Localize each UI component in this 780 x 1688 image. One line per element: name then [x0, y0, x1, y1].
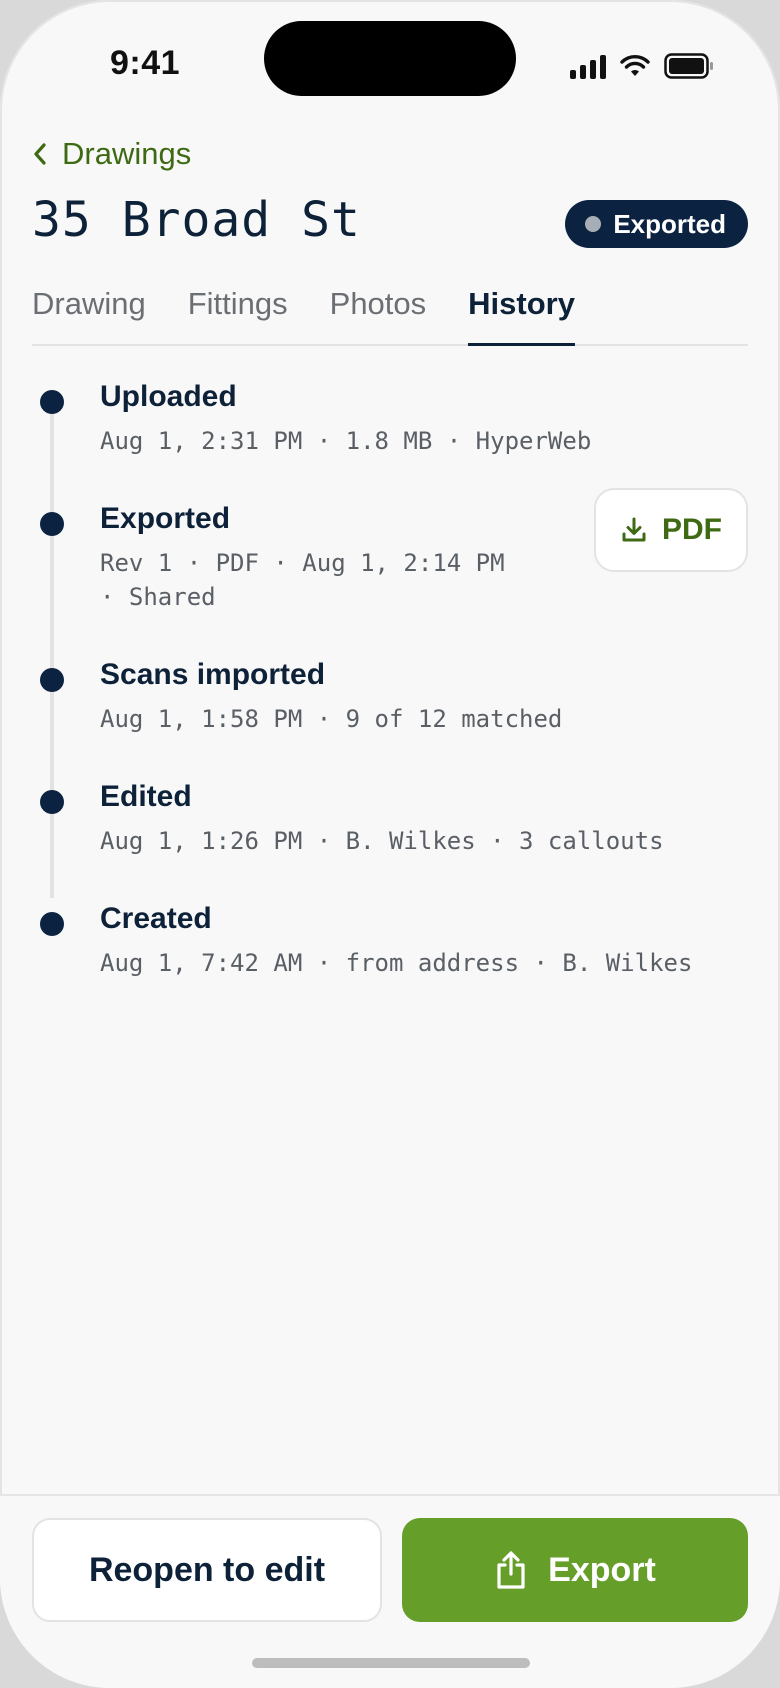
history-item-meta: Aug 1, 7:42 AM · from address · B. Wilke… [100, 949, 693, 977]
history-item-title: Scans imported [100, 658, 326, 691]
cellular-signal-icon [570, 53, 606, 79]
status-badge-label: Exported [613, 208, 726, 239]
timeline-dot [40, 790, 64, 814]
history-item-meta: Aug 1, 2:31 PM · 1.8 MB · HyperWeb [100, 427, 592, 455]
history-item-title: Edited [100, 780, 192, 813]
dynamic-island [264, 21, 516, 96]
timeline-connector [50, 398, 54, 898]
wifi-icon [620, 54, 650, 78]
home-indicator[interactable] [252, 1658, 530, 1668]
download-pdf-button[interactable]: PDF [594, 488, 748, 572]
status-icons [570, 50, 714, 82]
battery-icon [664, 53, 714, 79]
timeline-dot [40, 512, 64, 536]
export-label: Export [548, 1550, 656, 1589]
status-time: 9:41 [110, 44, 181, 82]
tab-bar: Drawing Fittings Photos History [32, 282, 748, 346]
history-item-meta: Rev 1 · PDF · Aug 1, 2:14 PM · Shared [100, 549, 505, 611]
tab-photos[interactable]: Photos [330, 282, 427, 344]
reopen-to-edit-button[interactable]: Reopen to edit [32, 1518, 382, 1622]
export-button[interactable]: Export [402, 1518, 748, 1622]
download-pdf-label: PDF [662, 513, 722, 546]
back-label: Drawings [62, 136, 192, 171]
phone-screen: 9:41 Drawings 35 Broad St Exported Drawi… [0, 0, 780, 1688]
tab-fittings[interactable]: Fittings [188, 282, 288, 344]
tab-history[interactable]: History [468, 282, 575, 346]
history-item-title: Uploaded [100, 380, 237, 413]
status-dot-icon [585, 216, 602, 232]
timeline-dot [40, 390, 64, 414]
tab-drawing[interactable]: Drawing [32, 282, 146, 344]
download-icon [622, 517, 646, 542]
chevron-left-icon [34, 143, 46, 165]
history-item-meta: Aug 1, 1:58 PM · 9 of 12 matched [100, 705, 563, 733]
history-item-title: Created [100, 902, 212, 935]
status-badge: Exported [565, 200, 748, 248]
share-icon [497, 1551, 525, 1589]
back-to-drawings-link[interactable]: Drawings [32, 136, 191, 172]
timeline-dot [40, 912, 64, 936]
history-item-title: Exported [100, 502, 231, 535]
timeline-dot [40, 668, 64, 692]
page-title: 35 Broad St [32, 192, 361, 248]
history-item-meta: Aug 1, 1:26 PM · B. Wilkes · 3 callouts [100, 827, 664, 855]
